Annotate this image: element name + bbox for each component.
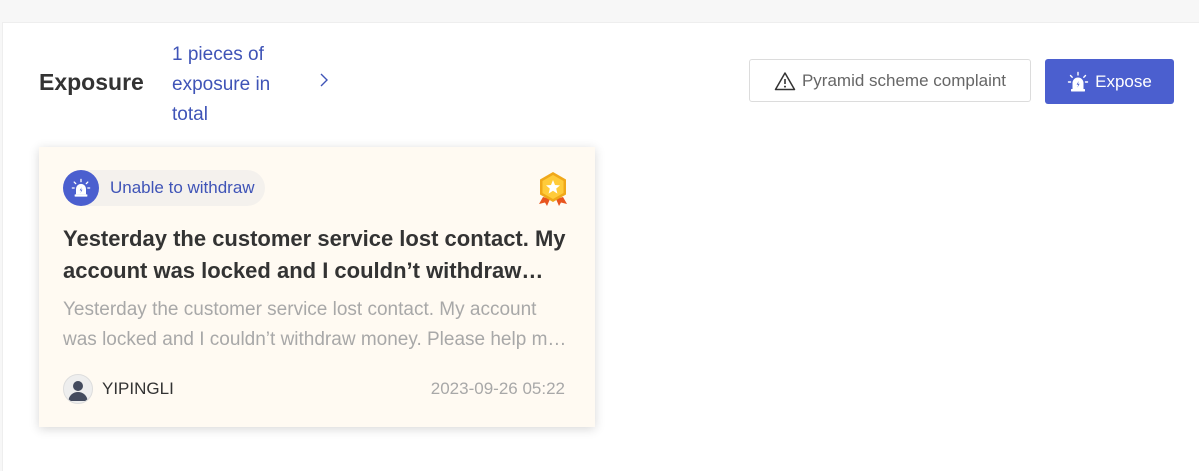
category-tag-label: Unable to withdraw <box>110 178 255 197</box>
category-tag[interactable]: Unable to withdraw <box>63 170 265 206</box>
author-name: YIPINGLI <box>102 379 174 398</box>
expose-button-label: Expose <box>1095 71 1152 91</box>
alarm-siren-icon <box>63 170 99 206</box>
gold-medal-icon <box>539 172 567 206</box>
complaint-button-label: Pyramid scheme complaint <box>801 70 1007 90</box>
user-avatar-icon <box>63 374 93 404</box>
exposure-count-link[interactable]: 1 pieces of exposure in total <box>172 40 302 130</box>
card-title: Yesterday the customer service lost cont… <box>63 226 566 283</box>
post-date: 2023-09-26 05:22 <box>430 379 565 398</box>
chevron-right-icon[interactable] <box>316 72 332 88</box>
alarm-siren-icon <box>1067 71 1089 91</box>
exposure-panel: Exposure 1 pieces of exposure in total P… <box>2 22 1199 471</box>
warning-triangle-icon <box>774 71 796 90</box>
pyramid-scheme-complaint-button[interactable]: Pyramid scheme complaint <box>749 59 1031 102</box>
exposure-card[interactable]: Unable to withdraw Yesterday the custome… <box>39 147 595 427</box>
section-title: Exposure <box>39 69 144 95</box>
card-description: Yesterday the customer service lost cont… <box>63 299 558 350</box>
expose-button[interactable]: Expose <box>1045 59 1174 104</box>
